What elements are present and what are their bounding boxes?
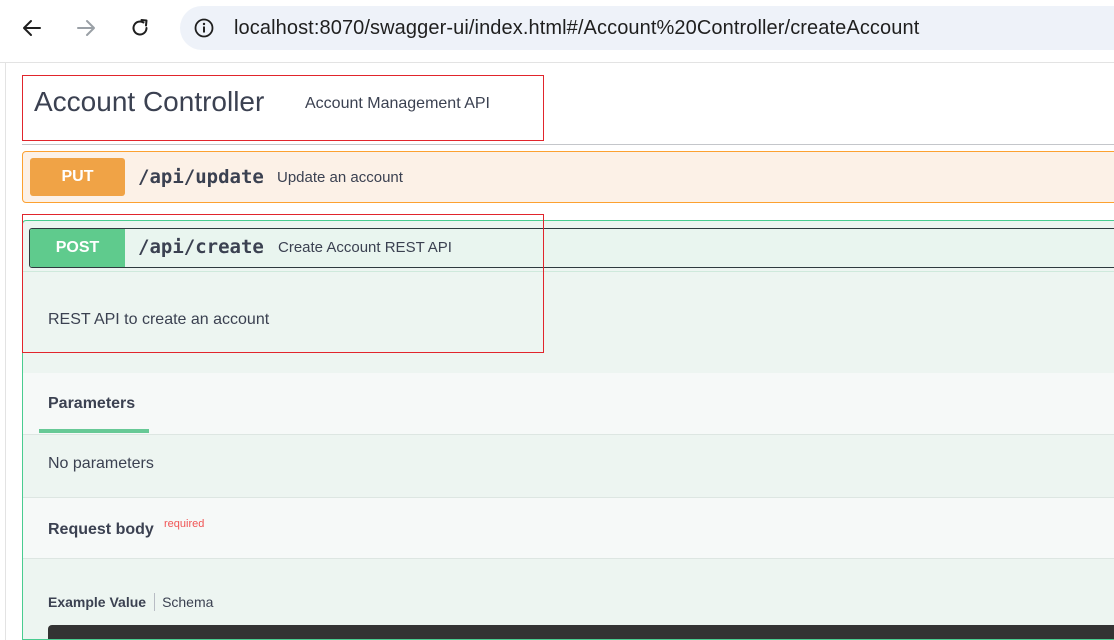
operation-path: /api/update <box>138 166 264 188</box>
opblock-post: POST /api/create Create Account REST API… <box>22 220 1114 640</box>
opblock-post-summary[interactable]: POST /api/create Create Account REST API <box>29 228 1114 268</box>
url-text[interactable]: localhost:8070/swagger-ui/index.html#/Ac… <box>234 6 919 50</box>
tab-separator <box>154 593 156 611</box>
parameters-header: Parameters <box>23 373 1114 435</box>
page-divider <box>0 62 1114 63</box>
opblock-divider <box>23 271 1114 272</box>
method-badge-post: POST <box>30 229 125 267</box>
forward-arrow-icon[interactable] <box>72 14 100 42</box>
page-left-border <box>5 62 6 640</box>
required-badge: required <box>164 518 205 530</box>
no-parameters-text: No parameters <box>48 455 154 472</box>
tag-divider <box>22 144 1114 145</box>
info-icon[interactable] <box>193 17 215 39</box>
tab-example-value[interactable]: Example Value <box>48 594 146 610</box>
browser-toolbar: localhost:8070/swagger-ui/index.html#/Ac… <box>0 0 1114 56</box>
tab-schema[interactable]: Schema <box>162 594 213 610</box>
request-body-header: Request body required <box>23 497 1114 559</box>
tab-parameters[interactable]: Parameters <box>48 395 135 413</box>
example-schema-tabs: Example Value Schema <box>48 593 213 611</box>
operation-path: /api/create <box>138 236 264 258</box>
operation-summary: Update an account <box>277 169 403 186</box>
address-bar[interactable]: localhost:8070/swagger-ui/index.html#/Ac… <box>180 6 1114 50</box>
operation-summary: Create Account REST API <box>278 239 452 256</box>
operation-description: REST API to create an account <box>48 311 270 328</box>
opblock-put[interactable]: PUT /api/update Update an account <box>22 151 1114 203</box>
active-tab-indicator <box>39 429 149 433</box>
reload-icon[interactable] <box>126 14 154 42</box>
back-arrow-icon[interactable] <box>18 14 46 42</box>
tag-description: Account Management API <box>305 95 490 112</box>
example-code-block <box>48 625 1114 639</box>
tag-title[interactable]: Account Controller <box>34 86 264 118</box>
request-body-title: Request body <box>48 521 154 538</box>
method-badge-put: PUT <box>30 158 125 196</box>
